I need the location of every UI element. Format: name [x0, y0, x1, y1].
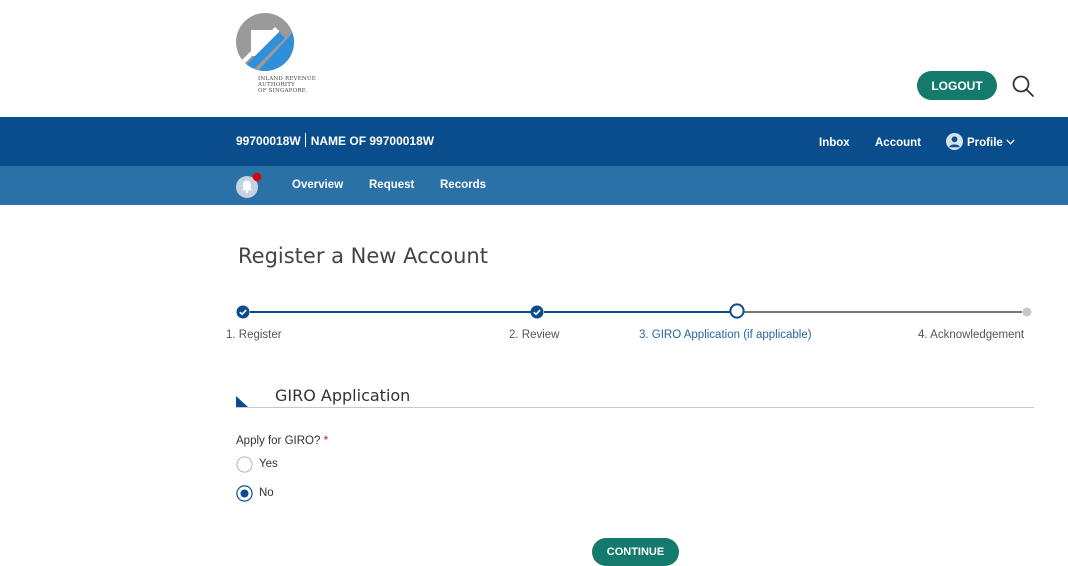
step-connector-completed — [250, 311, 536, 313]
radio-selected-icon[interactable] — [236, 485, 253, 502]
required-marker: * — [323, 435, 329, 447]
page-title: Register a New Account — [238, 244, 488, 268]
giro-question-label: Apply for GIRO? * — [236, 435, 328, 447]
logout-button[interactable]: LOGOUT — [917, 71, 997, 100]
step-label: 2. Review — [509, 329, 560, 341]
section-title: GIRO Application — [275, 386, 411, 405]
chevron-down-icon — [1006, 139, 1015, 145]
nav-account[interactable]: Account — [875, 137, 921, 149]
step-label: 4. Acknowledgement — [918, 329, 1025, 341]
account-identity: 99700018W NAME OF 99700018W — [236, 133, 434, 148]
radio-label: Yes — [259, 458, 278, 470]
bell-icon[interactable] — [236, 172, 264, 200]
step-3-current-icon — [729, 303, 745, 319]
iras-logo[interactable]: INLAND REVENUE AUTHORITY OF SINGAPORE — [235, 12, 325, 104]
nav-overview[interactable]: Overview — [292, 179, 343, 191]
step-connector-completed — [544, 311, 730, 313]
nav-request[interactable]: Request — [369, 179, 414, 191]
org-name-line: OF SINGAPORE — [258, 88, 306, 94]
section-divider — [236, 407, 1034, 408]
radio-label: No — [259, 487, 274, 499]
search-icon[interactable] — [1010, 73, 1036, 99]
account-separator — [304, 133, 306, 147]
radio-unselected-icon[interactable] — [236, 456, 253, 473]
nav-inbox[interactable]: Inbox — [819, 137, 850, 149]
nav-records[interactable]: Records — [440, 179, 486, 191]
step-label: 1. Register — [226, 329, 282, 341]
nav-profile[interactable]: Profile — [946, 133, 1015, 151]
continue-button[interactable]: CONTINUE — [592, 538, 679, 566]
avatar-icon — [946, 133, 963, 150]
step-4-pending-icon — [1022, 307, 1032, 317]
profile-label: Profile — [967, 137, 1003, 149]
iras-logo-icon — [236, 13, 294, 71]
org-name: INLAND REVENUE AUTHORITY OF SINGAPORE — [258, 76, 338, 94]
step-1-check-icon — [236, 305, 250, 319]
giro-question-text: Apply for GIRO? — [236, 435, 321, 447]
step-2-check-icon — [530, 305, 544, 319]
account-name: NAME OF 99700018W — [310, 134, 435, 148]
sub-nav-bar: Overview Request Records — [0, 166, 1068, 205]
notification-dot — [252, 172, 262, 182]
progress-stepper: 1. Register 2. Review 3. GIRO Applicatio… — [226, 302, 1046, 342]
section-marker-icon — [236, 396, 248, 407]
account-bar: 99700018W NAME OF 99700018W Inbox Account… — [0, 117, 1068, 166]
step-connector-pending — [744, 311, 1022, 313]
account-id: 99700018W — [236, 134, 301, 148]
step-label-current: 3. GIRO Application (if applicable) — [639, 329, 812, 341]
